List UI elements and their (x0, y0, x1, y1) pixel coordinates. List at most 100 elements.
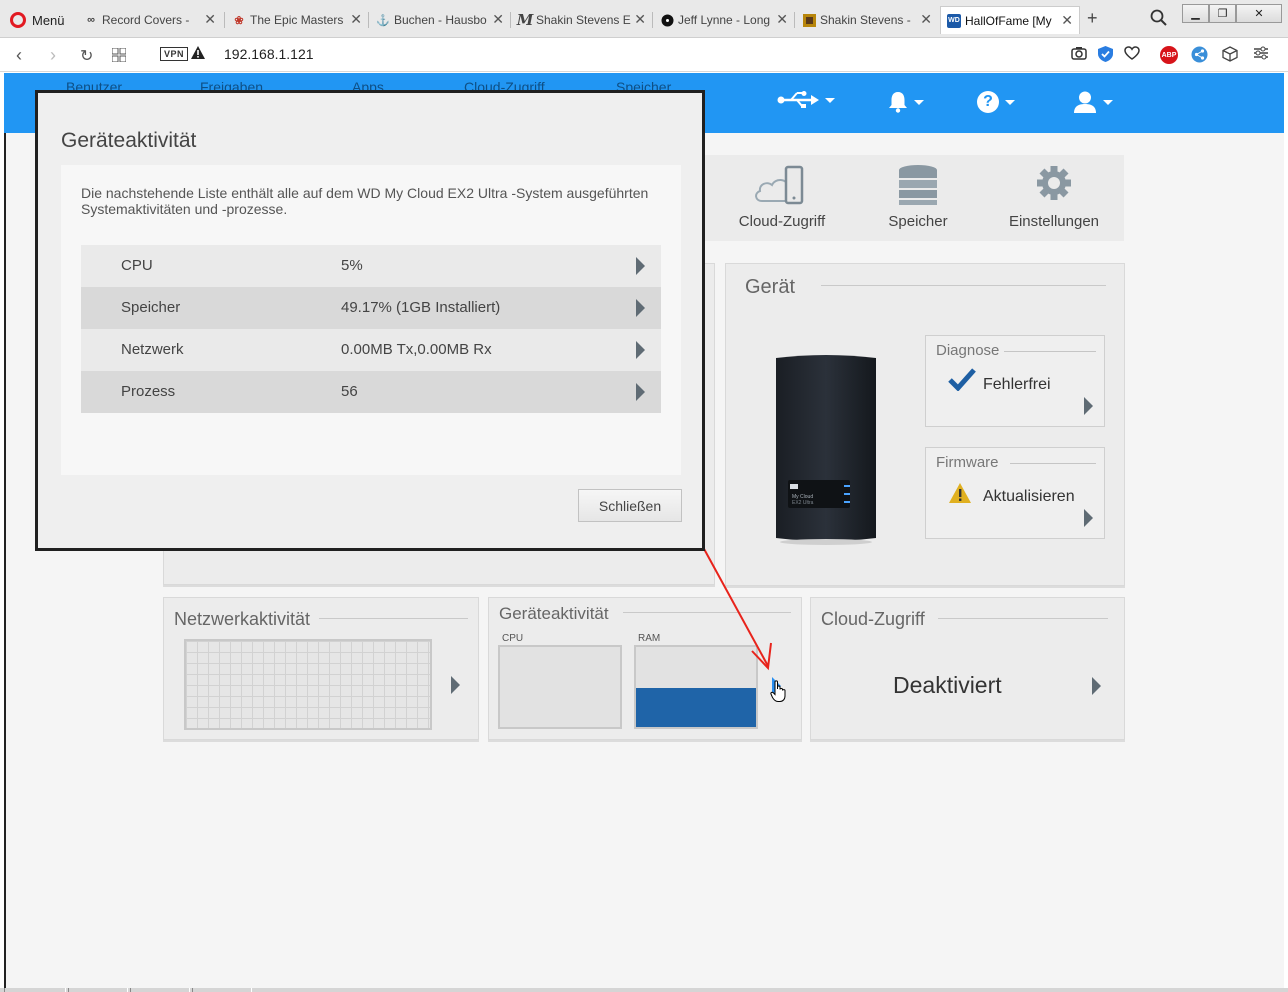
nas-device-image (776, 355, 876, 545)
vpn-badge[interactable]: VPN (160, 47, 189, 61)
arrow-right-icon[interactable] (636, 383, 645, 401)
network-activity-panel: Netzwerkaktivität (163, 597, 479, 740)
nav-settings[interactable]: Einstellungen (984, 155, 1124, 241)
help-menu-button[interactable]: ? (977, 91, 1015, 113)
arrow-right-icon[interactable] (636, 341, 645, 359)
browser-tab[interactable]: Jeff Lynne - Long ✕ (654, 6, 794, 34)
nav-item-label: Speicher (888, 213, 948, 230)
m-logo-icon: M (516, 11, 534, 29)
cpu-usage-graph (498, 645, 622, 729)
taskbar-button[interactable] (4, 988, 66, 992)
tab-search-icon[interactable] (1150, 9, 1168, 32)
row-value: 56 (341, 383, 358, 400)
extensions-cube-icon[interactable] (1222, 46, 1238, 67)
tab-close-icon[interactable]: ✕ (634, 11, 646, 28)
taskbar-button[interactable] (192, 988, 252, 992)
tab-close-icon[interactable]: ✕ (204, 11, 216, 28)
arrow-right-icon[interactable] (1084, 397, 1093, 415)
activity-row-process[interactable]: Prozess 56 (81, 371, 661, 413)
category-nav: Cloud-Zugriff Speicher Einstellungen (694, 155, 1124, 241)
browser-tab[interactable]: ❀ The Epic Masters ✕ (226, 6, 368, 34)
nav-storage[interactable]: Speicher (848, 155, 988, 241)
device-activity-modal: Geräteaktivität Die nachstehende Liste e… (35, 90, 705, 551)
tab-divider (368, 12, 369, 28)
activity-row-network[interactable]: Netzwerk 0.00MB Tx,0.00MB Rx (81, 329, 661, 371)
url-field[interactable]: 192.168.1.121 (224, 46, 314, 62)
notifications-menu-button[interactable] (888, 91, 924, 113)
taskbar-button[interactable] (130, 988, 190, 992)
activity-row-cpu[interactable]: CPU 5% (81, 245, 661, 287)
arrow-right-icon[interactable] (636, 299, 645, 317)
minimize-button[interactable]: ▁ (1182, 4, 1209, 23)
browser-tab[interactable]: ⚓ Buchen - Hausbo ✕ (370, 6, 510, 34)
tab-close-icon[interactable]: ✕ (1061, 12, 1073, 29)
tab-label: Shakin Stevens - (820, 13, 911, 27)
cloud-access-panel: Cloud-Zugriff Deaktiviert (810, 597, 1125, 740)
row-label: Speicher (121, 299, 181, 316)
nav-item-label: Einstellungen (1008, 213, 1100, 230)
security-warning-icon[interactable] (191, 46, 205, 64)
browser-tab[interactable]: Shakin Stevens - ✕ (796, 6, 938, 34)
close-window-button[interactable]: ✕ (1236, 4, 1282, 23)
row-value: 49.17% (1GB Installiert) (341, 299, 501, 316)
forward-icon[interactable]: › (50, 45, 56, 66)
browser-tab-active[interactable]: WD HallOfFame [My ✕ (940, 6, 1080, 34)
arrow-right-icon[interactable] (636, 257, 645, 275)
share-icon[interactable] (1191, 46, 1208, 68)
diagnose-box[interactable]: Diagnose Fehlerfrei (925, 335, 1105, 427)
arrow-right-icon[interactable] (1092, 677, 1101, 695)
new-tab-button[interactable]: + (1087, 8, 1098, 29)
opera-menu-button[interactable]: Menü (10, 10, 65, 30)
browser-tab[interactable]: M Shakin Stevens E ✕ (512, 6, 652, 34)
ram-usage-fill (636, 687, 756, 727)
device-activity-panel: Geräteaktivität CPU RAM (488, 597, 802, 740)
snapshot-icon[interactable] (1071, 46, 1087, 65)
ram-label: RAM (638, 633, 661, 644)
storage-stack-icon (899, 165, 937, 205)
firmware-box[interactable]: Firmware Aktualisieren (925, 447, 1105, 539)
modal-content: Die nachstehende Liste enthält alle auf … (61, 165, 681, 475)
infinity-icon: ∞ (87, 14, 95, 26)
row-label: Netzwerk (121, 341, 184, 358)
title-divider (319, 618, 468, 619)
back-icon[interactable]: ‹ (16, 45, 22, 66)
usb-menu-button[interactable] (777, 91, 835, 109)
easy-setup-icon[interactable] (1254, 46, 1268, 65)
user-menu-button[interactable] (1073, 91, 1113, 113)
adblock-icon[interactable]: ABP (1160, 46, 1178, 64)
title-divider (938, 618, 1108, 619)
vinyl-icon (660, 13, 674, 27)
close-button[interactable]: Schließen (578, 489, 682, 522)
tab-label: Jeff Lynne - Long (678, 13, 771, 27)
arrow-right-icon[interactable] (1084, 509, 1093, 527)
tab-close-icon[interactable]: ✕ (776, 11, 788, 28)
opera-logo-icon (10, 12, 26, 28)
reload-icon[interactable]: ↻ (80, 46, 93, 66)
device-model-label: EX2 Ultra (792, 500, 814, 506)
browser-tab[interactable]: ∞ Record Covers - ✕ (78, 6, 222, 34)
help-icon: ? (977, 91, 999, 113)
nav-cloud-access[interactable]: Cloud-Zugriff (712, 155, 852, 241)
speed-dial-icon[interactable] (111, 46, 127, 67)
title-divider (821, 285, 1106, 286)
row-label: Prozess (121, 383, 176, 400)
tab-close-icon[interactable]: ✕ (350, 11, 362, 28)
ram-usage-graph (634, 645, 758, 729)
tab-divider (510, 12, 511, 28)
divider (1010, 463, 1096, 464)
tab-close-icon[interactable]: ✕ (920, 11, 932, 28)
gear-icon (1037, 166, 1071, 200)
taskbar-button[interactable] (68, 988, 128, 992)
chevron-down-icon (1005, 99, 1015, 105)
diagnose-title: Diagnose (936, 342, 1000, 359)
shield-icon[interactable] (1098, 46, 1113, 67)
bell-icon (889, 92, 907, 113)
tab-close-icon[interactable]: ✕ (492, 11, 504, 28)
activity-row-memory[interactable]: Speicher 49.17% (1GB Installiert) (81, 287, 661, 329)
wd-logo-icon: WD (947, 13, 961, 28)
warning-icon (949, 483, 971, 503)
heart-icon[interactable] (1124, 46, 1140, 65)
maximize-button[interactable]: ❐ (1209, 4, 1236, 23)
firmware-title: Firmware (936, 454, 999, 471)
arrow-right-icon[interactable] (451, 676, 460, 694)
